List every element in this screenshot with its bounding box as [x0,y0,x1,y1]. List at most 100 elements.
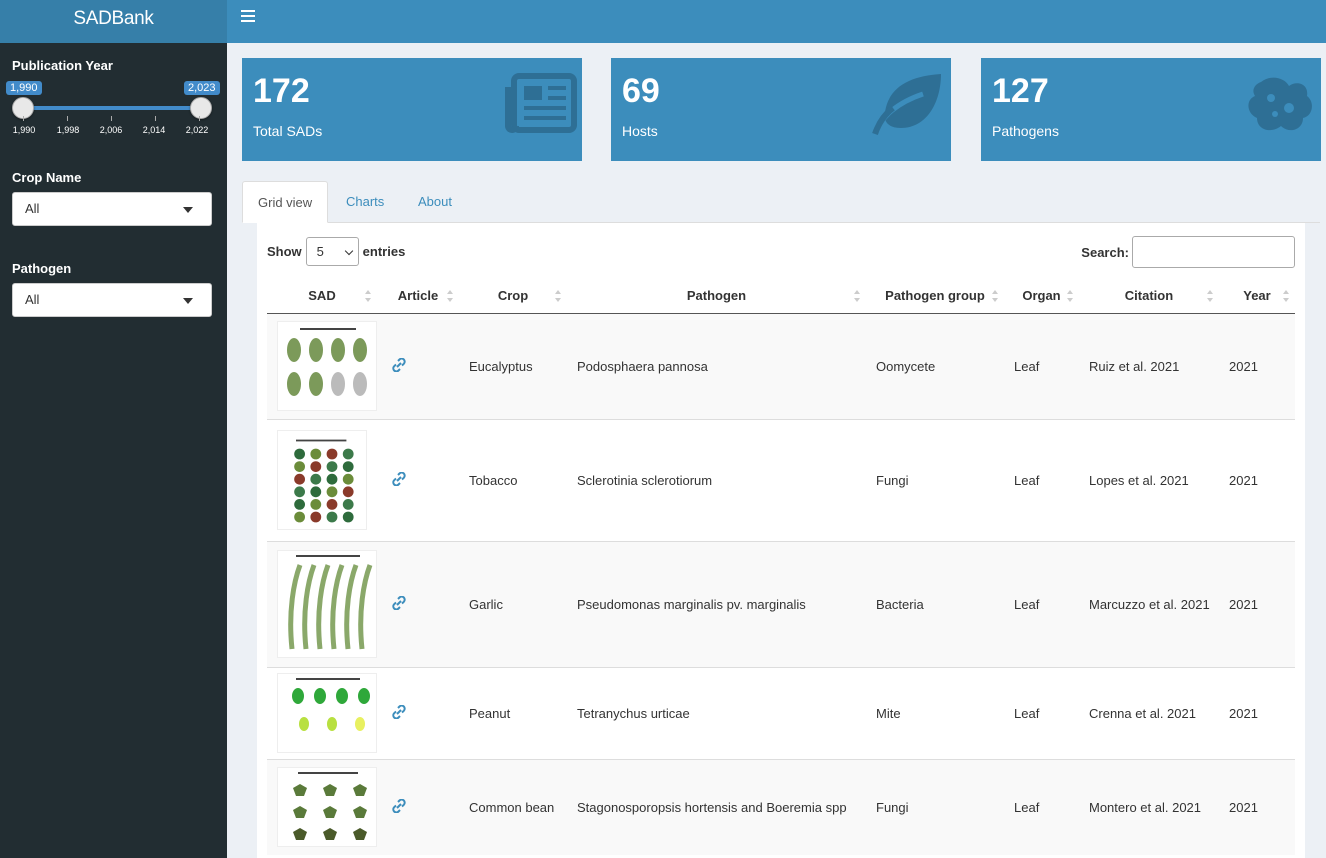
table-row: Peanut Tetranychus urticae Mite Leaf Cre… [267,666,1295,759]
value-box-pathogens: 127 Pathogens [981,58,1321,161]
sidebar: SADBank Publication Year 1,990 2,023 1,9… [0,0,227,858]
pathogen-cell: Podosphaera pannosa [567,312,866,419]
article-cell [377,540,459,667]
pathogen-cell: Pseudomonas marginalis pv. marginalis [567,540,866,667]
column-header-citation[interactable]: Citation [1079,278,1219,314]
entries-select[interactable]: 5 [305,237,359,266]
slider-tick-label: 1,990 [12,125,36,135]
brand-logo[interactable]: SADBank [0,0,227,43]
table-search: Search: [1081,236,1295,268]
crop-select-value: All [25,201,40,216]
column-header-organ[interactable]: Organ [1004,278,1079,314]
value-box-label: Total SADs [253,123,323,139]
column-header-pathogen-group[interactable]: Pathogen group [866,278,1004,314]
sad-thumbnail-image[interactable] [277,321,377,411]
link-icon[interactable] [390,704,408,722]
link-icon[interactable] [390,471,408,489]
slider-ticks [12,116,212,122]
crop-filter-label: Crop Name [12,170,82,185]
sort-icon [1283,290,1289,302]
value-box-label: Pathogens [992,123,1059,139]
table-row: Common bean Stagonosporopsis hortensis a… [267,758,1295,855]
search-label: Search: [1081,244,1129,260]
year-cell: 2021 [1219,418,1295,541]
slider-track[interactable] [22,106,202,110]
pathogen-cell: Tetranychus urticae [567,666,866,759]
organ-cell: Leaf [1004,666,1079,759]
sad-cell [267,758,377,855]
grid-view-panel: Show 5 entries Search: SAD Article Crop … [257,223,1305,858]
entries-select-value: 5 [316,244,324,259]
show-label: Show [267,244,302,259]
chevron-down-icon [183,207,193,213]
column-header-sad[interactable]: SAD [267,278,377,314]
article-cell [377,666,459,759]
tab-charts[interactable]: Charts [331,181,399,223]
entries-label: entries [362,244,406,259]
tab-bar: Grid view Charts About [242,181,1320,223]
citation-cell: Crenna et al. 2021 [1079,666,1219,759]
tab-grid-view[interactable]: Grid view [242,181,329,223]
top-navbar [227,0,1326,43]
crop-cell: Tobacco [459,418,567,541]
search-input[interactable] [1132,236,1295,268]
sort-icon [1207,290,1213,302]
pathogen-group-cell: Fungi [866,418,1004,541]
entries-length-control: Show 5 entries [267,237,405,266]
sad-cell [267,418,377,541]
pathogen-filter-label: Pathogen [12,261,72,276]
sort-icon [1067,290,1073,302]
column-header-year[interactable]: Year [1219,278,1295,314]
chevron-down-icon [183,298,193,304]
crop-select[interactable]: All [12,192,212,226]
value-box-label: Hosts [622,123,658,139]
organ-cell: Leaf [1004,418,1079,541]
crop-cell: Garlic [459,540,567,667]
organ-cell: Leaf [1004,540,1079,667]
column-header-pathogen[interactable]: Pathogen [567,278,866,314]
organ-cell: Leaf [1004,312,1079,419]
table-header-row: SAD Article Crop Pathogen Pathogen group… [267,278,1295,314]
crop-cell: Peanut [459,666,567,759]
sort-icon [365,290,371,302]
hamburger-menu-icon[interactable] [241,10,255,24]
citation-cell: Ruiz et al. 2021 [1079,312,1219,419]
value-box-number: 172 [253,72,310,110]
column-header-article[interactable]: Article [377,278,459,314]
sad-cell [267,666,377,759]
sad-cell [267,540,377,667]
link-icon[interactable] [390,798,408,816]
sad-thumbnail-image[interactable] [277,550,377,658]
slider-tick-label: 2,022 [185,125,209,135]
slider-tick-label: 2,014 [142,125,166,135]
pathogen-cell: Sclerotinia sclerotiorum [567,418,866,541]
year-range-slider[interactable]: 1,990 2,023 1,990 1,998 2,006 2,014 2,02… [6,80,220,140]
table-row: Eucalyptus Podosphaera pannosa Oomycete … [267,312,1295,419]
pathogen-cell: Stagonosporopsis hortensis and Boeremia … [567,758,866,855]
year-filter-label: Publication Year [12,58,113,73]
slider-tick-label: 2,006 [99,125,123,135]
sad-thumbnail-image[interactable] [277,430,367,530]
pathogen-group-cell: Mite [866,666,1004,759]
link-icon[interactable] [390,595,408,613]
organ-cell: Leaf [1004,758,1079,855]
slider-tick-label: 1,998 [56,125,80,135]
sad-thumbnail-image[interactable] [277,673,377,753]
table-row: Garlic Pseudomonas marginalis pv. margin… [267,540,1295,667]
sort-icon [992,290,998,302]
article-cell [377,418,459,541]
link-icon[interactable] [390,357,408,375]
sort-icon [854,290,860,302]
table-row: Tobacco Sclerotinia sclerotiorum Fungi L… [267,418,1295,541]
crop-cell: Common bean [459,758,567,855]
pathogen-select[interactable]: All [12,283,212,317]
bacterium-icon [1248,77,1312,131]
pathogen-select-value: All [25,292,40,307]
value-box-total-sads: 172 Total SADs [242,58,582,161]
column-header-crop[interactable]: Crop [459,278,567,314]
tab-about[interactable]: About [403,181,467,223]
sad-thumbnail-image[interactable] [277,767,377,848]
article-cell [377,758,459,855]
citation-cell: Lopes et al. 2021 [1079,418,1219,541]
pathogen-group-cell: Fungi [866,758,1004,855]
